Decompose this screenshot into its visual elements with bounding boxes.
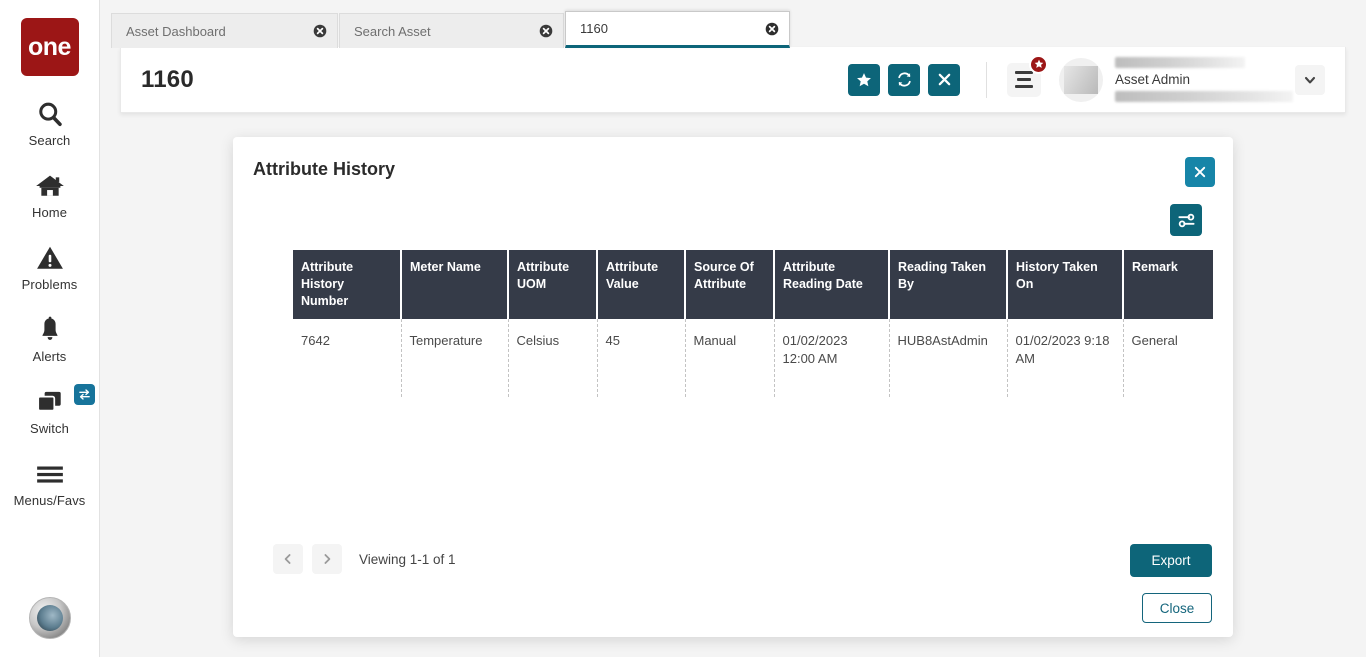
column-header-history-taken-on[interactable]: History Taken On xyxy=(1007,250,1123,319)
left-nav-rail: one Search Home Problems Alerts xyxy=(0,0,100,657)
sidebar-item-menus-favs[interactable]: Menus/Favs xyxy=(5,458,95,508)
attribute-history-table-wrap: Attribute History Number Meter Name Attr… xyxy=(293,250,1211,397)
column-header-source-of-attribute[interactable]: Source Of Attribute xyxy=(685,250,774,319)
hamburger-icon xyxy=(35,458,65,490)
header-divider xyxy=(986,62,987,98)
favorite-button[interactable] xyxy=(848,64,880,96)
chevron-left-icon xyxy=(282,553,294,565)
column-header-attribute-history-number[interactable]: Attribute History Number xyxy=(293,250,401,319)
cell-remark: General xyxy=(1123,319,1213,397)
tab-1160[interactable]: 1160 xyxy=(565,11,790,48)
main-menu-button[interactable] xyxy=(1007,63,1041,97)
pagination: Viewing 1-1 of 1 xyxy=(273,544,456,574)
cell-reading-taken-by: HUB8AstAdmin xyxy=(889,319,1007,397)
cell-attribute-value: 45 xyxy=(597,319,685,397)
sidebar-label-search: Search xyxy=(29,133,71,148)
user-info: Asset Admin xyxy=(1115,57,1295,102)
sidebar-item-problems[interactable]: Problems xyxy=(5,242,95,292)
sidebar-label-switch: Switch xyxy=(30,421,69,436)
app-root: one Search Home Problems Alerts xyxy=(0,0,1366,657)
pagination-next-button[interactable] xyxy=(312,544,342,574)
attribute-history-modal: Attribute History Attribute History Numb… xyxy=(233,137,1233,637)
header-actions: Asset Admin xyxy=(840,57,1345,102)
column-header-reading-taken-by[interactable]: Reading Taken By xyxy=(889,250,1007,319)
pagination-status: Viewing 1-1 of 1 xyxy=(359,552,456,567)
sidebar-label-alerts: Alerts xyxy=(33,349,67,364)
avatar[interactable] xyxy=(1059,58,1103,102)
column-settings-button[interactable] xyxy=(1170,204,1202,236)
attribute-history-table: Attribute History Number Meter Name Attr… xyxy=(293,250,1213,397)
export-button[interactable]: Export xyxy=(1130,544,1212,577)
column-header-attribute-reading-date[interactable]: Attribute Reading Date xyxy=(774,250,889,319)
chevron-right-icon xyxy=(321,553,333,565)
bell-icon xyxy=(37,314,63,346)
search-icon xyxy=(36,98,64,130)
refresh-icon xyxy=(896,71,913,88)
column-header-remark[interactable]: Remark xyxy=(1123,250,1213,319)
close-circle-icon[interactable] xyxy=(313,24,327,38)
tab-asset-dashboard[interactable]: Asset Dashboard xyxy=(111,13,338,48)
tab-strip: Asset Dashboard Search Asset 1160 xyxy=(111,13,1346,48)
chevron-down-icon xyxy=(1303,73,1317,87)
x-icon xyxy=(1193,165,1207,179)
table-row[interactable]: 7642 Temperature Celsius 45 Manual 01/02… xyxy=(293,319,1213,397)
column-header-attribute-value[interactable]: Attribute Value xyxy=(597,250,685,319)
switch-windows-icon xyxy=(35,386,65,418)
column-header-meter-name[interactable]: Meter Name xyxy=(401,250,508,319)
sidebar-item-home[interactable]: Home xyxy=(5,170,95,220)
app-logo-text: one xyxy=(28,33,71,62)
tab-label: Search Asset xyxy=(354,24,525,39)
table-header: Attribute History Number Meter Name Attr… xyxy=(293,250,1213,319)
avatar-image xyxy=(37,605,63,631)
table-header-row: Attribute History Number Meter Name Attr… xyxy=(293,250,1213,319)
home-icon xyxy=(35,170,65,202)
close-page-button[interactable] xyxy=(928,64,960,96)
sidebar-label-problems-text: Problems xyxy=(22,277,78,292)
star-icon xyxy=(856,72,872,88)
modal-title: Attribute History xyxy=(253,159,395,180)
user-avatar-rail[interactable] xyxy=(29,597,71,639)
close-circle-icon[interactable] xyxy=(765,22,779,36)
cell-attribute-reading-date: 01/02/2023 12:00 AM xyxy=(774,319,889,397)
tab-label: 1160 xyxy=(580,21,751,36)
column-header-attribute-uom[interactable]: Attribute UOM xyxy=(508,250,597,319)
sidebar-item-switch[interactable]: Switch xyxy=(5,386,95,436)
modal-close-x-button[interactable] xyxy=(1185,157,1215,187)
x-icon xyxy=(937,72,952,87)
user-name: Asset Admin xyxy=(1115,72,1295,87)
app-logo[interactable]: one xyxy=(21,18,79,76)
cell-history-taken-on: 01/02/2023 9:18 AM xyxy=(1007,319,1123,397)
redacted-text-top xyxy=(1115,57,1245,68)
sidebar-item-alerts[interactable]: Alerts xyxy=(5,314,95,364)
swap-arrows-icon[interactable] xyxy=(74,384,95,405)
modal-close-button[interactable]: Close xyxy=(1142,593,1212,623)
sidebar-item-search[interactable]: Search xyxy=(5,98,95,148)
cell-attribute-uom: Celsius xyxy=(508,319,597,397)
tab-label: Asset Dashboard xyxy=(126,24,299,39)
redacted-text-bottom xyxy=(1115,91,1293,102)
favorites-badge xyxy=(1029,55,1048,74)
page-title: 1160 xyxy=(141,66,194,94)
star-icon xyxy=(1034,59,1044,69)
sidebar-label-menus-favs: Menus/Favs xyxy=(14,493,86,508)
cell-source-of-attribute: Manual xyxy=(685,319,774,397)
sidebar-label-problems: Home xyxy=(32,205,67,220)
cell-attribute-history-number: 7642 xyxy=(293,319,401,397)
cell-meter-name: Temperature xyxy=(401,319,508,397)
table-body: 7642 Temperature Celsius 45 Manual 01/02… xyxy=(293,319,1213,397)
pagination-prev-button[interactable] xyxy=(273,544,303,574)
user-menu-toggle[interactable] xyxy=(1295,65,1325,95)
refresh-button[interactable] xyxy=(888,64,920,96)
avatar-placeholder-image xyxy=(1064,66,1098,94)
warning-triangle-icon xyxy=(36,242,64,274)
close-circle-icon[interactable] xyxy=(539,24,553,38)
tab-search-asset[interactable]: Search Asset xyxy=(339,13,564,48)
page-header-card: 1160 Asset Admi xyxy=(120,47,1346,113)
sliders-icon xyxy=(1177,211,1196,230)
